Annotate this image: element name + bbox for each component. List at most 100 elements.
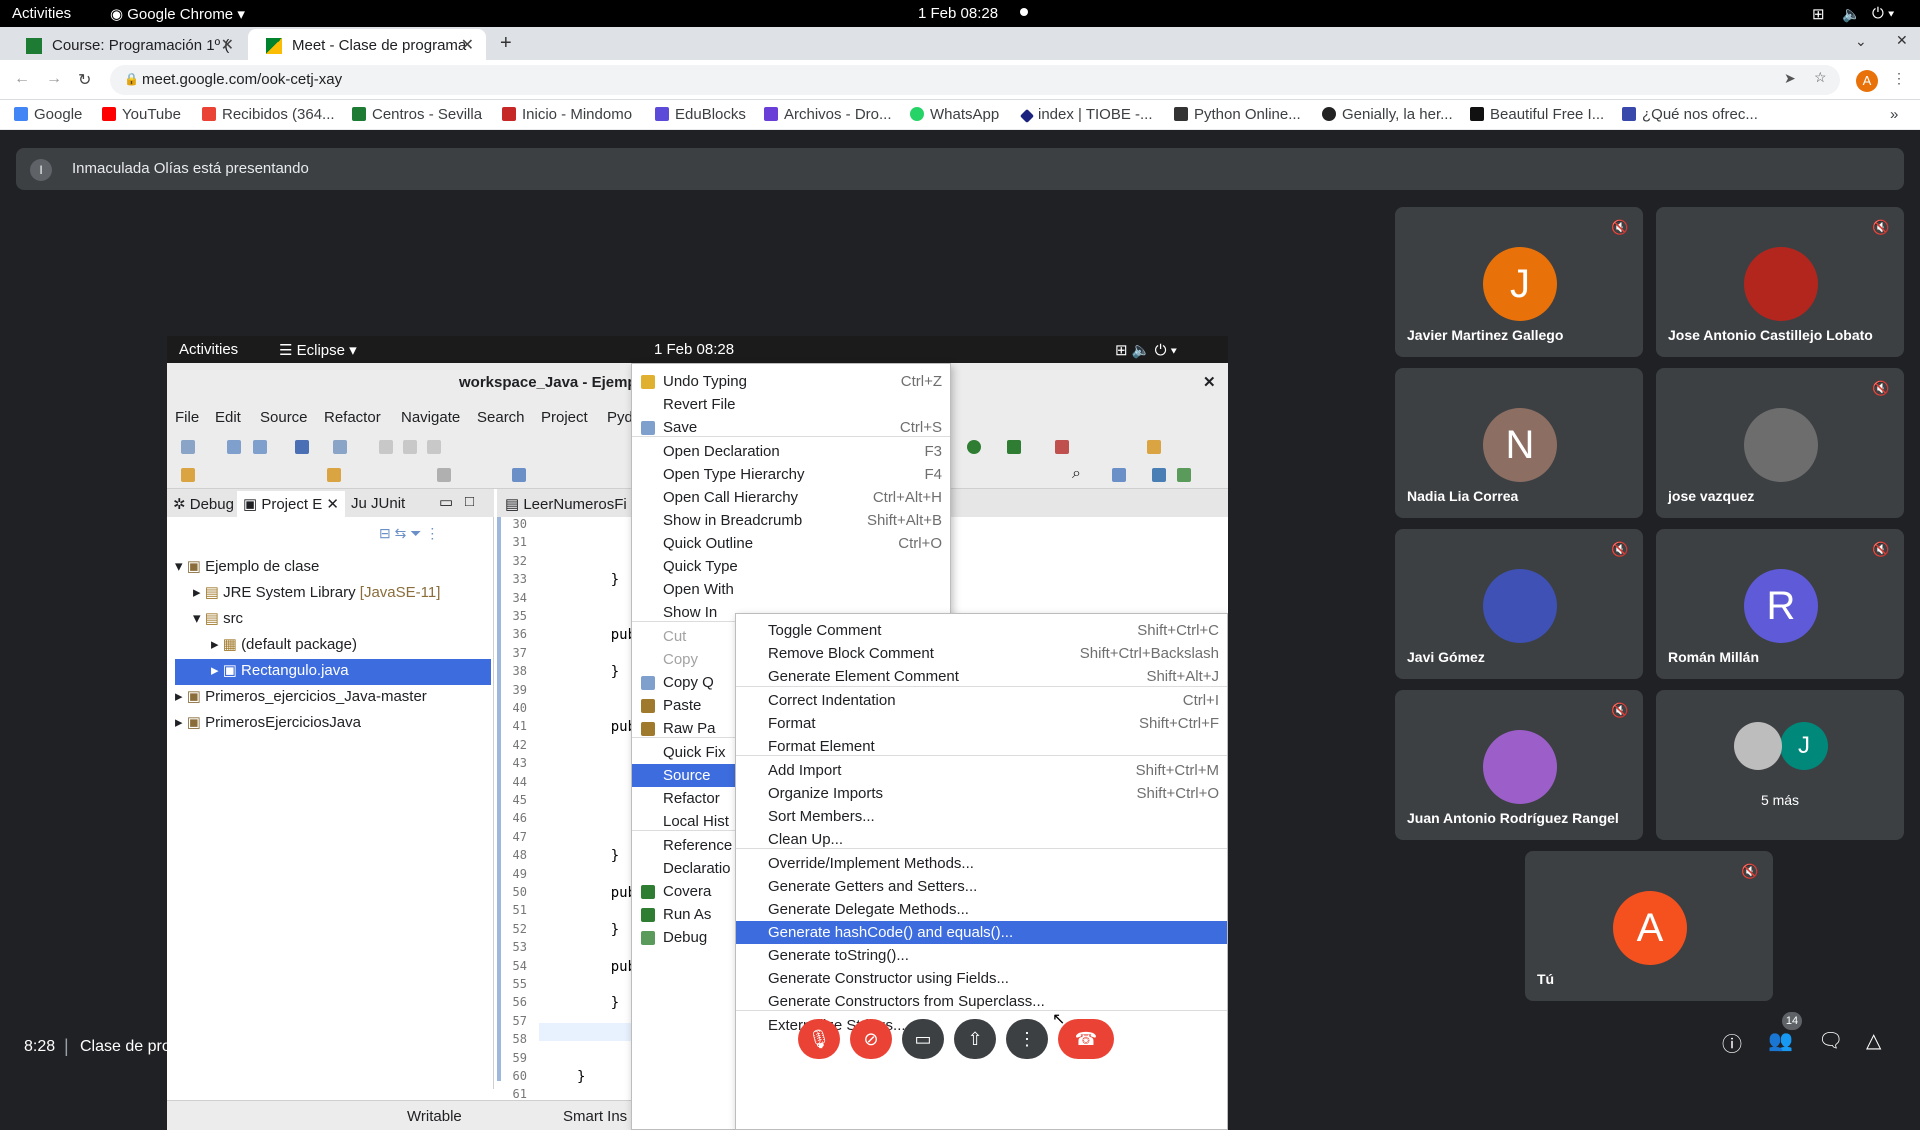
bookmark-whatsapp[interactable]: WhatsApp (910, 106, 999, 123)
source-menu-item[interactable]: Override/Implement Methods... (736, 852, 1227, 875)
volume-icon[interactable]: 🔈 (1842, 5, 1861, 23)
chrome-icon: ◉ (110, 6, 128, 23)
meet-icon (266, 38, 282, 54)
bookmark-genially[interactable]: Genially, la her... (1322, 106, 1453, 123)
bookmarks-bar: Google YouTube Recibidos (364... Centros… (0, 100, 1920, 130)
context-menu-item[interactable]: Open Call Hierarchy Ctrl+Alt+H (632, 486, 950, 509)
present-button[interactable]: ⇧ (954, 1019, 996, 1059)
participant-tile[interactable]: Juan Antonio Rodríguez Rangel 🔇 (1395, 690, 1643, 840)
address-bar[interactable]: 🔒 meet.google.com/ook-cetj-xay ➤ ☆ (110, 65, 1840, 95)
context-menu-item[interactable]: Revert File (632, 393, 950, 416)
app-menu[interactable]: ◉ Google Chrome ▾ (110, 5, 245, 23)
bookmark-beautiful[interactable]: Beautiful Free I... (1470, 106, 1604, 123)
send-icon[interactable]: ➤ (1784, 70, 1796, 87)
source-menu-item[interactable]: Correct Indentation Ctrl+I (736, 689, 1227, 712)
activities-button[interactable]: Activities (12, 5, 71, 22)
line-number: 53 (512, 940, 527, 955)
bookmark-youtube[interactable]: YouTube (102, 106, 181, 123)
meeting-time: 8:28 (24, 1038, 56, 1055)
participant-tile[interactable]: R Román Millán 🔇 (1656, 529, 1904, 679)
participant-tile[interactable]: A Tú 🔇 (1525, 851, 1773, 1001)
close-window-icon[interactable]: ✕ (1896, 32, 1908, 49)
mic-off-button[interactable]: 🎙 (798, 1019, 840, 1059)
tab-meet[interactable]: Meet - Clase de programa ✕ (248, 29, 486, 60)
eclipse-app-menu: ☰ Eclipse ▾ (279, 342, 357, 359)
source-menu-item[interactable]: Toggle Comment Shift+Ctrl+C (736, 619, 1227, 642)
tab-course[interactable]: Course: Programación 1º ( ✕ (8, 29, 246, 60)
source-menu-item[interactable]: Generate Constructor using Fields... (736, 967, 1227, 990)
leave-call-button[interactable]: ☎ (1058, 1019, 1114, 1059)
participant-avatar: R (1744, 569, 1818, 643)
line-number: 48 (512, 848, 527, 863)
tab-search-icon[interactable]: ⌄ (1855, 33, 1867, 50)
participant-tile[interactable]: jose vazquez 🔇 (1656, 368, 1904, 518)
bookmark-mindomo[interactable]: Inicio - Mindomo (502, 106, 632, 123)
network-icon[interactable]: ⊞ (1812, 5, 1825, 23)
more-options-button[interactable]: ⋮ (1006, 1019, 1048, 1059)
status-insert: Smart Ins (563, 1108, 628, 1125)
power-icon[interactable]: ⏻ ▾ (1872, 5, 1894, 22)
source-menu-item[interactable]: Generate Delegate Methods... (736, 898, 1227, 921)
menu-item-icon (641, 722, 655, 736)
participant-tile[interactable]: J Javier Martinez Gallego 🔇 (1395, 207, 1643, 357)
context-menu-item[interactable]: Show in Breadcrumb Shift+Alt+B (632, 509, 950, 532)
bookmark-edublocks[interactable]: EduBlocks (655, 106, 746, 123)
code-line: } (577, 664, 620, 681)
context-menu-item[interactable]: Open Type Hierarchy F4 (632, 463, 950, 486)
profile-avatar[interactable]: A (1856, 70, 1878, 92)
bookmark-archivos[interactable]: Archivos - Dro... (764, 106, 892, 123)
camera-off-button[interactable]: ⊘ (850, 1019, 892, 1059)
bookmark-google[interactable]: Google (14, 106, 82, 123)
bookmark-que[interactable]: ¿Qué nos ofrec... (1622, 106, 1758, 123)
chrome-menu-icon[interactable]: ⋮ (1892, 70, 1906, 87)
context-menu-item[interactable]: Open With (632, 578, 950, 601)
context-menu-item[interactable]: Open Declaration F3 (632, 440, 950, 463)
close-tab-icon[interactable]: ✕ (221, 35, 234, 55)
bookmark-centros[interactable]: Centros - Sevilla (352, 106, 482, 123)
line-number: 45 (512, 793, 527, 807)
participant-avatar: J (1483, 247, 1557, 321)
code-line: } (577, 848, 620, 865)
source-menu-item[interactable]: Generate hashCode() and equals()... (736, 921, 1227, 944)
bookmark-gmail[interactable]: Recibidos (364... (202, 106, 335, 123)
new-tab-icon[interactable]: + (500, 32, 512, 55)
toolbar: ← → ↻ 🔒 meet.google.com/ook-cetj-xay ➤ ☆… (0, 60, 1920, 100)
bookmark-tiobe[interactable]: index | TIOBE -... (1019, 106, 1153, 124)
participant-tile[interactable]: Jose Antonio Castillejo Lobato 🔇 (1656, 207, 1904, 357)
activities-icon[interactable]: △ (1866, 1028, 1881, 1053)
source-menu-item[interactable]: Generate Element Comment Shift+Alt+J (736, 665, 1227, 688)
participant-avatar (1734, 722, 1782, 770)
more-participants-tile[interactable]: J 5 más (1656, 690, 1904, 840)
run-icon (967, 440, 981, 454)
source-menu-item[interactable]: Generate toString()... (736, 944, 1227, 967)
youtube-icon (102, 107, 116, 121)
clock[interactable]: 1 Feb 08:28 (918, 5, 998, 22)
context-menu-item[interactable]: Quick Type (632, 555, 950, 578)
reload-icon[interactable]: ↻ (78, 70, 91, 90)
more-bookmarks-icon[interactable]: » (1890, 106, 1898, 123)
captions-button[interactable]: ▭ (902, 1019, 944, 1059)
info-icon[interactable]: ⓘ (1722, 1028, 1742, 1057)
participant-name: 5 más (1760, 792, 1800, 808)
participant-tile[interactable]: Javi Gómez 🔇 (1395, 529, 1643, 679)
source-menu-item[interactable]: Generate Getters and Setters... (736, 875, 1227, 898)
source-menu-item[interactable]: Organize Imports Shift+Ctrl+O (736, 782, 1227, 805)
back-icon[interactable]: ← (14, 70, 30, 88)
bookmark-python[interactable]: Python Online... (1174, 106, 1301, 123)
participant-tile[interactable]: N Nadia Lia Correa (1395, 368, 1643, 518)
chat-icon[interactable]: 🗨 (1818, 1028, 1843, 1053)
source-menu-item[interactable]: Add Import Shift+Ctrl+M (736, 759, 1227, 782)
close-tab-icon[interactable]: ✕ (461, 35, 474, 55)
code-line: } (577, 995, 620, 1012)
menu-item-icon (641, 931, 655, 945)
source-menu-item[interactable]: Remove Block Comment Shift+Ctrl+Backslash (736, 642, 1227, 665)
people-icon[interactable]: 👥 (1768, 1028, 1793, 1053)
source-menu-item[interactable]: Sort Members... (736, 805, 1227, 828)
menu-item-icon (641, 421, 655, 435)
line-number: 43 (512, 756, 527, 771)
context-menu-item[interactable]: Quick Outline Ctrl+O (632, 532, 950, 555)
bookmark-star-icon[interactable]: ☆ (1814, 69, 1827, 86)
forward-icon[interactable]: → (46, 70, 62, 88)
context-menu-item[interactable]: Undo Typing Ctrl+Z (632, 370, 950, 393)
source-menu-item[interactable]: Format Shift+Ctrl+F (736, 712, 1227, 735)
